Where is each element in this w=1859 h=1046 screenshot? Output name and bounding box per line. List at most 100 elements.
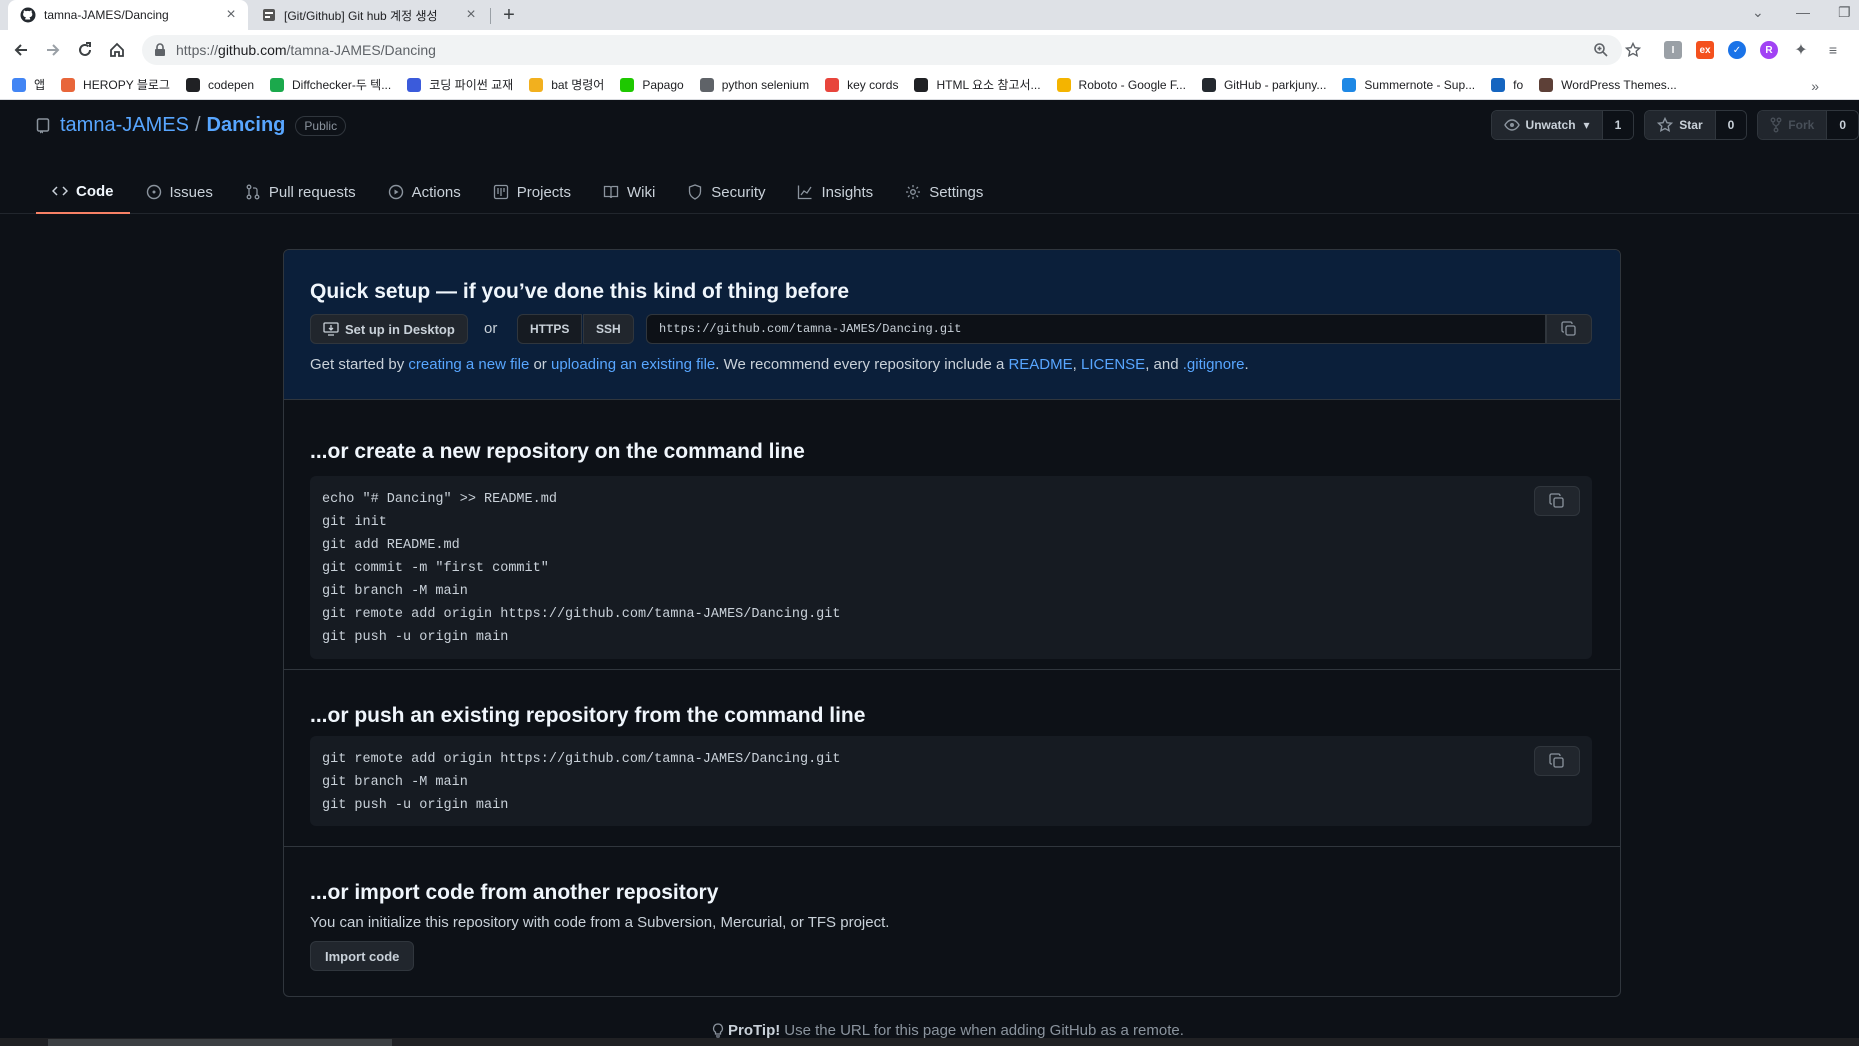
extension-icon[interactable]: R [1760,41,1778,59]
bookmark-label: Diffchecker-두 텍... [292,78,392,92]
copy-code-button[interactable] [1534,746,1580,776]
bookmark-item[interactable]: Diffchecker-두 텍... [270,76,391,93]
extension-icon[interactable]: I [1664,41,1682,59]
code-line: git push -u origin main [322,630,509,645]
readme-link[interactable]: README [1008,356,1072,373]
new-repo-section: ...or create a new repository on the com… [284,400,1620,670]
bookmark-item[interactable]: 앱 [12,76,45,93]
https-toggle[interactable]: HTTPS [517,314,583,344]
tab-pull-requests[interactable]: Pull requests [229,170,372,214]
bookmark-item[interactable]: Roboto - Google F... [1056,77,1186,92]
bookmark-label: Roboto - Google F... [1078,77,1186,92]
repo-name-link[interactable]: Dancing [207,114,286,137]
star-button-group: Star 0 [1644,110,1748,140]
create-new-file-link[interactable]: creating a new file [408,356,529,373]
tab-insights[interactable]: Insights [781,170,889,214]
tab-code[interactable]: Code [36,170,130,214]
repo-header: tamna-JAMES / Dancing Public Unwatch ▾ 1… [0,100,1859,214]
code-line: git remote add origin https://github.com… [322,752,841,767]
watch-count[interactable]: 1 [1602,111,1634,139]
code-line: git add README.md [322,538,460,553]
caret-down-icon: ▾ [1583,118,1590,132]
bookmark-item[interactable]: Summernote - Sup... [1342,77,1475,92]
reload-icon[interactable] [74,39,96,61]
back-icon[interactable] [10,39,32,61]
setup-desktop-button[interactable]: Set up in Desktop [310,314,468,344]
horizontal-scrollbar[interactable] [48,1039,392,1046]
puzzle-icon[interactable]: ✦ [1792,41,1810,59]
fork-button-group: Fork 0 [1757,110,1859,140]
bookmark-item[interactable]: python selenium [699,77,809,92]
home-icon[interactable] [106,39,128,61]
repo-owner-link[interactable]: tamna-JAMES [60,114,189,137]
license-link[interactable]: LICENSE [1081,356,1145,373]
tab-projects[interactable]: Projects [477,170,587,214]
code-line: git commit -m "first commit" [322,561,549,576]
star-count[interactable]: 0 [1715,111,1747,139]
copy-icon [1561,321,1577,337]
browser-tab-active[interactable]: tamna-JAMES/Dancing × [8,0,248,30]
bookmark-item[interactable]: HTML 요소 참고서... [914,76,1041,93]
bookmark-label: HEROPY 블로그 [83,78,170,92]
protip-label: ProTip! [728,1022,781,1039]
bookmark-favicon-icon [825,77,840,92]
quick-setup-section: Quick setup — if you’ve done this kind o… [284,250,1620,400]
bookmark-favicon-icon [699,77,714,92]
unwatch-label: Unwatch [1525,118,1576,132]
bookmark-item[interactable]: HEROPY 블로그 [61,76,170,93]
close-tab-icon[interactable]: × [460,4,482,26]
bookmark-item[interactable]: codepen [185,77,255,92]
browser-tab-inactive[interactable]: [Git/Github] Git hub 계정 생성 × [252,0,488,30]
upload-file-link[interactable]: uploading an existing file [551,356,715,373]
forward-icon[interactable] [42,39,64,61]
bookmarks-overflow-icon[interactable]: » [1811,78,1819,94]
play-icon [388,184,404,200]
desktop-download-icon [323,322,339,336]
tab-settings[interactable]: Settings [889,170,999,214]
bookmark-item[interactable]: WordPress Themes... [1539,77,1677,92]
import-code-button[interactable]: Import code [310,941,415,971]
extension-icon[interactable]: ex [1696,41,1714,59]
check-extension-icon[interactable]: ✓ [1728,41,1746,59]
tab-title: tamna-JAMES/Dancing [44,8,169,22]
star-button[interactable]: Star [1645,111,1716,139]
tab-security[interactable]: Security [671,170,781,214]
tab-wiki[interactable]: Wiki [587,170,671,214]
bookmark-star-icon[interactable] [1622,39,1644,61]
unwatch-button[interactable]: Unwatch ▾ [1491,111,1603,139]
tab-label: Insights [821,183,874,201]
clone-url-input[interactable]: https://github.com/tamna-JAMES/Dancing.g… [646,314,1546,344]
bookmark-item[interactable]: 코딩 파이썬 교재 [407,76,513,93]
fork-count[interactable]: 0 [1827,111,1858,139]
restore-icon[interactable]: ❐ [1838,4,1851,21]
protip-text: Use the URL for this page when adding Gi… [784,1022,1184,1039]
bookmark-item[interactable]: Papago [620,77,684,92]
bookmark-item[interactable]: fo [1491,77,1523,92]
tab-actions[interactable]: Actions [372,170,477,214]
bookmark-favicon-icon [914,77,929,92]
copy-url-button[interactable] [1546,314,1592,344]
close-tab-icon[interactable]: × [220,4,242,26]
bookmark-favicon-icon [185,77,200,92]
graph-icon [797,184,813,200]
bookmark-label: codepen [207,77,255,92]
zoom-icon[interactable] [1590,39,1612,61]
address-bar[interactable]: https://github.com/tamna-JAMES/Dancing [142,35,1622,65]
repo-title: tamna-JAMES / Dancing Public [36,114,347,137]
tab-search-icon[interactable]: ⌄ [1752,4,1764,21]
code-line: git branch -M main [322,584,468,599]
bookmark-item[interactable]: key cords [825,77,898,92]
tab-issues[interactable]: Issues [130,170,229,214]
copy-code-button[interactable] [1534,486,1580,516]
code-line: git init [322,515,387,530]
gitignore-link[interactable]: .gitignore [1183,356,1245,373]
fork-button[interactable]: Fork [1758,111,1828,139]
bookmark-item[interactable]: bat 명령어 [529,76,604,93]
reading-list-icon[interactable]: ≡ [1824,41,1842,59]
new-tab-icon[interactable]: + [498,4,520,26]
bookmark-item[interactable]: GitHub - parkjuny... [1201,77,1326,92]
star-icon [1657,117,1674,133]
lightbulb-icon [712,1022,724,1039]
minimize-icon[interactable]: — [1796,4,1810,20]
ssh-toggle[interactable]: SSH [583,314,634,344]
